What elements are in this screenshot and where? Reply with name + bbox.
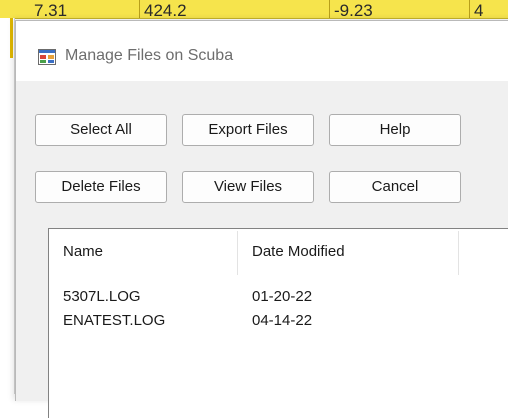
- file-name: ENATEST.LOG: [63, 312, 166, 329]
- sheet-cell[interactable]: -9.23: [330, 0, 470, 18]
- sheet-cell[interactable]: 4: [470, 0, 508, 18]
- select-all-button[interactable]: Select All: [35, 114, 167, 146]
- cancel-button[interactable]: Cancel: [329, 171, 461, 203]
- column-header-name[interactable]: Name: [49, 229, 237, 277]
- export-files-button[interactable]: Export Files: [182, 114, 314, 146]
- file-name: 5307L.LOG: [63, 288, 141, 305]
- list-item[interactable]: 5307L.LOG 01-20-22: [49, 285, 508, 309]
- column-header-date-modified[interactable]: Date Modified: [238, 229, 458, 277]
- delete-files-button[interactable]: Delete Files: [35, 171, 167, 203]
- list-item[interactable]: ENATEST.LOG 04-14-22: [49, 309, 508, 333]
- file-date-modified: 04-14-22: [252, 312, 313, 329]
- manage-files-dialog: Manage Files on Scuba Select All Export …: [15, 20, 508, 418]
- sheet-cell[interactable]: 424.2: [140, 0, 330, 18]
- file-list[interactable]: Name Date Modified 5307L.LOG 01-20-22 EN…: [48, 228, 508, 418]
- sheet-row-gutter: [0, 18, 15, 394]
- sheet-cell[interactable]: 7.31: [30, 0, 140, 18]
- selection-marker: [10, 18, 13, 58]
- column-divider[interactable]: [458, 231, 459, 275]
- dialog-titlebar[interactable]: Manage Files on Scuba: [16, 21, 508, 81]
- help-button[interactable]: Help: [329, 114, 461, 146]
- file-date-modified: 01-20-22: [252, 288, 313, 305]
- app-window-icon: [38, 49, 56, 65]
- view-files-button[interactable]: View Files: [182, 171, 314, 203]
- spreadsheet-row: 7.31 424.2 -9.23 4: [0, 0, 508, 19]
- dialog-title: Manage Files on Scuba: [65, 47, 234, 64]
